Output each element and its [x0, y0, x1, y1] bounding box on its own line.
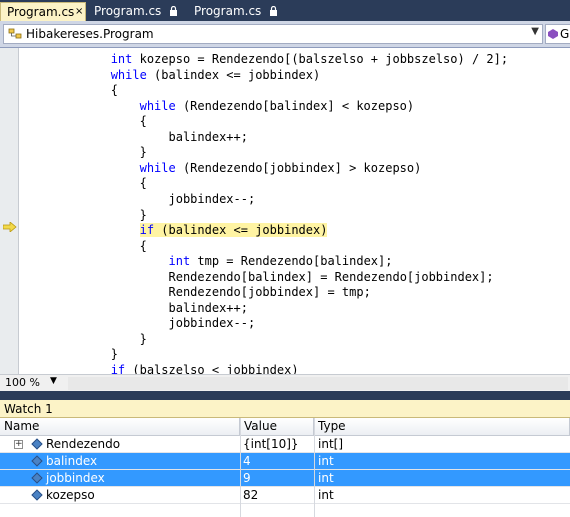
class-icon [8, 28, 22, 39]
code-line[interactable]: balindex++; [24, 130, 248, 145]
indicator-margin[interactable] [0, 48, 19, 374]
code-line[interactable]: } [24, 347, 118, 362]
code-line[interactable]: while (Rendezendo[balindex] < kozepso) [24, 99, 415, 114]
watch-row[interactable]: kozepso 82 int [0, 487, 570, 504]
type-combo-value: Hibakereses.Program [26, 27, 154, 41]
watch-row[interactable]: + Rendezendo {int[10]} int[] [0, 436, 570, 453]
watch-name: Rendezendo [46, 437, 121, 451]
type-combo[interactable]: Hibakereses.Program ▼ [3, 24, 543, 44]
code-line[interactable]: { [24, 114, 147, 129]
method-icon [548, 29, 558, 39]
tab-program-cs-active[interactable]: Program.cs × [0, 2, 86, 21]
lock-icon [170, 6, 178, 16]
code-area[interactable]: int kozepso = Rendezendo[(balszelso + jo… [20, 48, 570, 377]
close-tab-icon[interactable]: × [75, 3, 83, 21]
field-icon [31, 438, 43, 450]
code-line[interactable]: balindex++; [24, 301, 248, 316]
watch-window-header: Watch 1 [0, 400, 570, 418]
code-line[interactable]: int tmp = Rendezendo[balindex]; [24, 254, 393, 269]
chevron-down-icon[interactable]: ▼ [531, 26, 539, 37]
code-line[interactable]: while (balindex <= jobbindex) [24, 68, 321, 83]
watch-value: 4 [243, 454, 251, 468]
watch-type: int [318, 454, 334, 468]
field-icon [31, 489, 43, 501]
column-divider [314, 418, 315, 517]
watch-name: kozepso [46, 488, 95, 502]
code-line[interactable]: int kozepso = Rendezendo[(balszelso + jo… [24, 52, 508, 67]
document-tab-strip: Program.cs × Program.cs Program.cs [0, 0, 570, 21]
watch-grid: Name Value Type + Rendezendo {int[10]} i… [0, 418, 570, 517]
watch-value: {int[10]} [243, 437, 299, 451]
watch-window-title: Watch 1 [4, 402, 53, 416]
tab-label: Program.cs [7, 5, 75, 19]
field-icon [31, 472, 43, 484]
tab-label: Program.cs [94, 4, 162, 18]
code-line[interactable]: } [24, 208, 147, 223]
tab-program-cs-3[interactable]: Program.cs [188, 2, 288, 21]
editor-status-row: 100 % ▼ [0, 374, 570, 391]
code-line[interactable]: while (Rendezendo[jobbindex] > kozepso) [24, 161, 422, 176]
watch-row[interactable]: jobbindex 9 int [0, 470, 570, 487]
current-statement-arrow-icon [3, 222, 17, 232]
watch-name: jobbindex [46, 471, 105, 485]
watch-name: balindex [46, 454, 98, 468]
watch-value: 9 [243, 471, 251, 485]
code-line[interactable]: jobbindex--; [24, 192, 256, 207]
code-line[interactable]: { [24, 239, 147, 254]
tab-program-cs-2[interactable]: Program.cs [88, 2, 188, 21]
watch-value: 82 [243, 488, 259, 502]
horizontal-scrollbar[interactable] [68, 377, 568, 390]
member-combo[interactable]: G [545, 24, 570, 44]
watch-type: int[] [318, 437, 344, 451]
code-line[interactable]: Rendezendo[jobbindex] = tmp; [24, 285, 371, 300]
column-header-name[interactable]: Name [0, 418, 240, 436]
watch-type: int [318, 471, 334, 485]
code-line[interactable]: Rendezendo[balindex] = Rendezendo[jobbin… [24, 270, 494, 285]
code-line[interactable]: } [24, 332, 147, 347]
member-combo-value: G [560, 27, 570, 41]
code-line-current[interactable]: if (balindex <= jobbindex) [24, 223, 328, 238]
zoom-value: 100 % [5, 376, 40, 389]
column-header-value[interactable]: Value [240, 418, 314, 436]
code-editor[interactable]: int kozepso = Rendezendo[(balszelso + jo… [0, 48, 570, 377]
tab-label: Program.cs [194, 4, 262, 18]
column-header-type[interactable]: Type [314, 418, 570, 436]
watch-row[interactable]: balindex 4 int [0, 453, 570, 470]
code-line[interactable]: { [24, 83, 118, 98]
field-icon [31, 455, 43, 467]
watch-type: int [318, 488, 334, 502]
lock-icon [270, 6, 278, 16]
chevron-down-icon[interactable]: ▼ [50, 376, 57, 386]
code-line[interactable]: } [24, 145, 147, 160]
column-divider [240, 418, 241, 517]
code-line[interactable]: jobbindex--; [24, 316, 256, 331]
watch-row-empty[interactable] [0, 504, 570, 517]
expand-plus-icon[interactable]: + [14, 440, 23, 449]
code-line[interactable]: { [24, 176, 147, 191]
panel-splitter[interactable] [0, 391, 570, 400]
navigation-bar: Hibakereses.Program ▼ G [0, 21, 570, 48]
